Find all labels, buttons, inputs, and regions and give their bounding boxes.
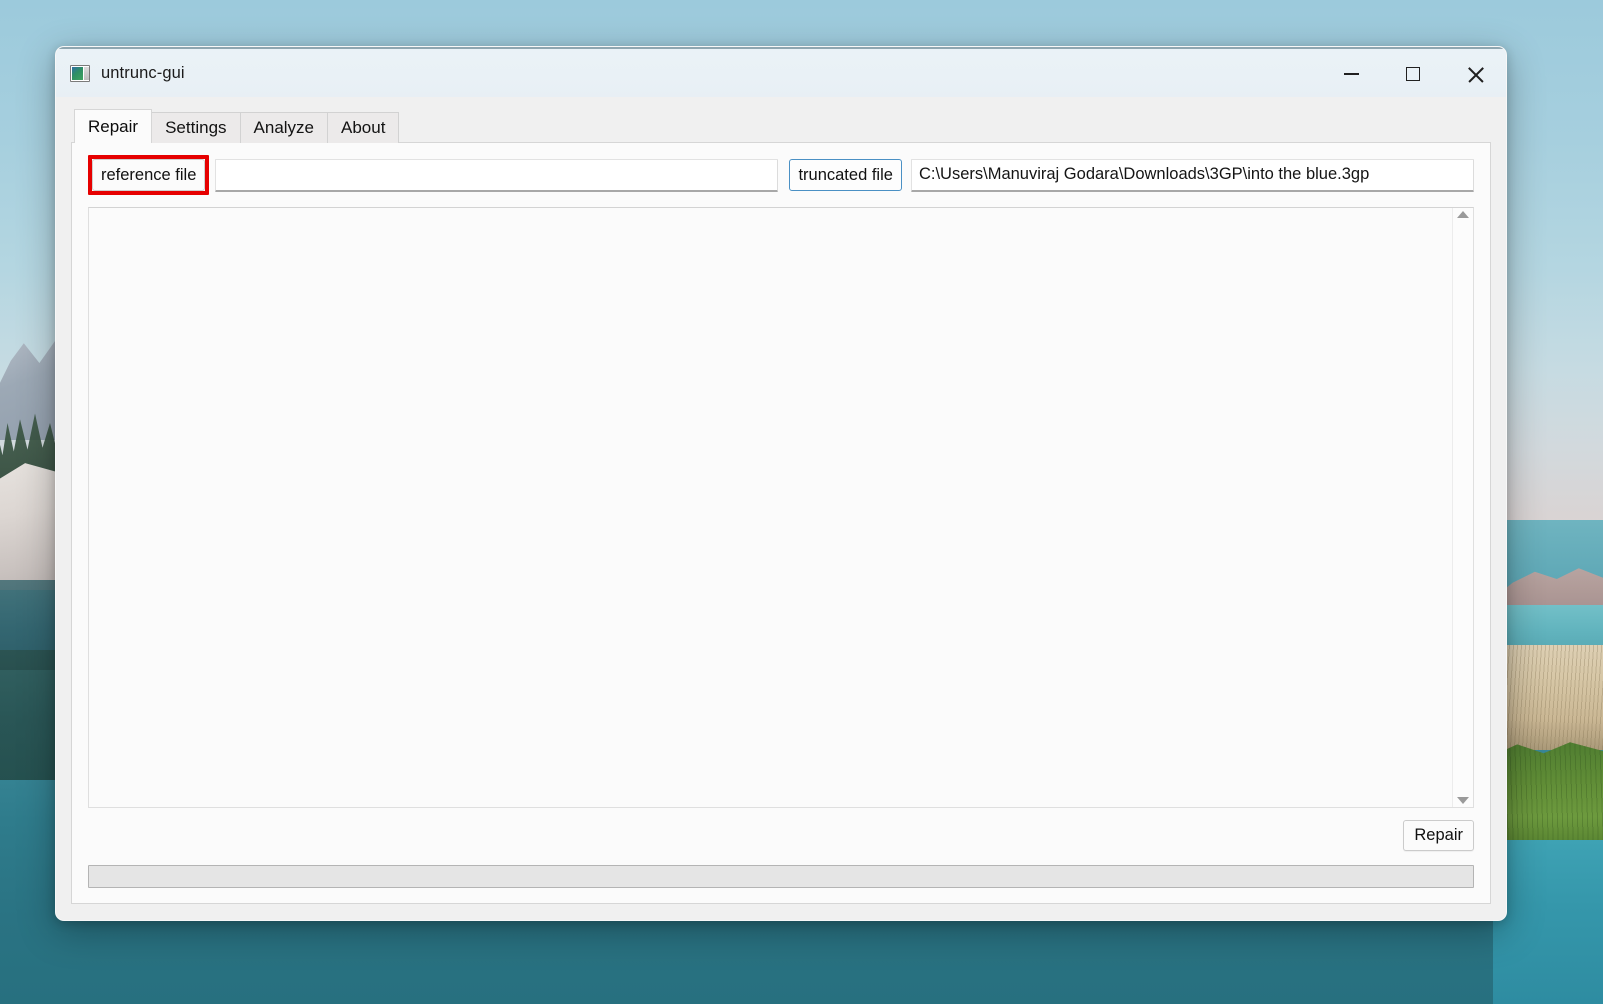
wallpaper-right-water bbox=[1493, 840, 1603, 1004]
scrollbar-track[interactable] bbox=[1453, 218, 1473, 797]
reference-file-button[interactable]: reference file bbox=[92, 159, 206, 191]
window-title: untrunc-gui bbox=[101, 63, 185, 82]
wallpaper-right-grass bbox=[1493, 742, 1603, 850]
maximize-button[interactable] bbox=[1382, 49, 1444, 99]
tab-repair[interactable]: Repair bbox=[74, 109, 153, 143]
minimize-button[interactable] bbox=[1320, 49, 1382, 99]
tab-analyze-label: Analyze bbox=[253, 118, 315, 137]
app-image-icon bbox=[70, 64, 90, 82]
tab-analyze[interactable]: Analyze bbox=[239, 112, 329, 143]
log-output-area bbox=[88, 207, 1474, 808]
repair-tab-panel: reference file truncated file C:\Users\M… bbox=[71, 142, 1491, 904]
tab-settings-label: Settings bbox=[165, 118, 227, 137]
tab-settings[interactable]: Settings bbox=[151, 112, 241, 143]
scroll-up-arrow-icon[interactable] bbox=[1457, 211, 1469, 218]
repair-button[interactable]: Repair bbox=[1403, 820, 1474, 851]
tab-about-label: About bbox=[341, 118, 386, 137]
scroll-down-arrow-icon[interactable] bbox=[1457, 797, 1469, 804]
maximize-icon bbox=[1406, 67, 1420, 81]
application-window: untrunc-gui Repair Settings Analyze Abou… bbox=[55, 46, 1507, 921]
window-body: Repair Settings Analyze About reference … bbox=[56, 97, 1506, 920]
tab-bar: Repair Settings Analyze About bbox=[74, 109, 1491, 143]
reference-file-input[interactable] bbox=[215, 158, 779, 192]
minimize-icon bbox=[1343, 73, 1359, 75]
tab-about[interactable]: About bbox=[327, 112, 400, 143]
action-row: Repair bbox=[88, 808, 1474, 851]
title-bar[interactable]: untrunc-gui bbox=[56, 47, 1506, 97]
log-output-text[interactable] bbox=[89, 208, 1452, 807]
progress-bar bbox=[88, 865, 1474, 888]
close-icon bbox=[1467, 66, 1484, 83]
close-button[interactable] bbox=[1444, 49, 1506, 99]
truncated-file-input[interactable] bbox=[910, 158, 1474, 192]
file-selection-row: reference file truncated file bbox=[88, 155, 1474, 195]
window-controls bbox=[1320, 49, 1506, 99]
wallpaper-right-reeds bbox=[1493, 645, 1603, 750]
tab-repair-label: Repair bbox=[88, 116, 139, 136]
log-scrollbar[interactable] bbox=[1452, 208, 1473, 807]
reference-file-highlight: reference file bbox=[88, 155, 210, 195]
title-bar-left: untrunc-gui bbox=[56, 64, 185, 83]
truncated-file-button[interactable]: truncated file bbox=[789, 159, 902, 191]
